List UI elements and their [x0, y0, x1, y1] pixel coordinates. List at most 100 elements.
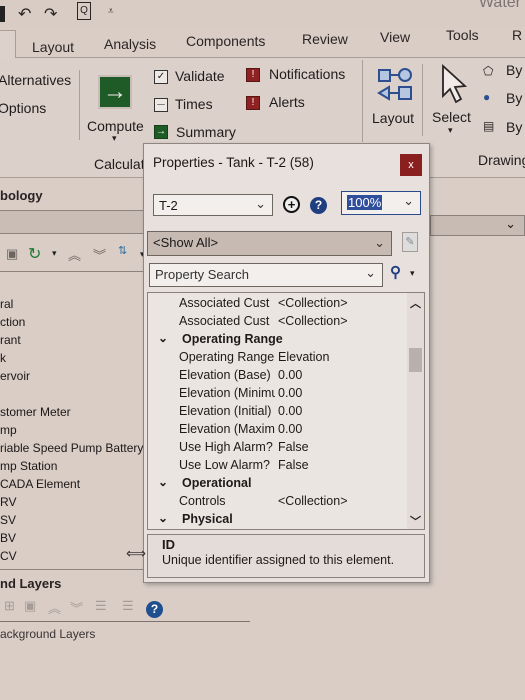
search-options-dropdown-icon[interactable]: ▾	[410, 268, 415, 279]
panel-header-band	[0, 210, 150, 234]
property-row[interactable]: Elevation (Base) 0.00	[148, 367, 408, 385]
element-type-item[interactable]: mp Station	[0, 459, 57, 473]
edit-layer-icon[interactable]: ▣	[24, 598, 36, 614]
property-row[interactable]: Controls <Collection>	[148, 493, 408, 511]
summary-button[interactable]: Summary	[176, 124, 236, 140]
search-icon[interactable]: ⚲	[390, 263, 401, 281]
element-type-item[interactable]: CV	[0, 549, 17, 563]
element-type-item[interactable]: riable Speed Pump Battery	[0, 441, 143, 455]
element-type-item[interactable]: ction	[0, 315, 25, 329]
tab-view[interactable]: View	[380, 29, 410, 45]
scrollbar-thumb[interactable]	[409, 348, 422, 372]
description-title: ID	[162, 537, 175, 552]
background-layers-root[interactable]: ackground Layers	[0, 627, 95, 641]
move-up-icon[interactable]: ︽	[48, 598, 61, 617]
print-preview-icon[interactable]: Q	[77, 2, 91, 20]
element-type-item[interactable]: RV	[0, 495, 16, 509]
property-row[interactable]: Elevation (Initial) 0.00	[148, 403, 408, 421]
undo-icon[interactable]: ↶	[18, 4, 31, 24]
property-row[interactable]: Operating Range Elevation	[148, 349, 408, 367]
reorder-icon[interactable]: ⇅	[118, 244, 127, 257]
group-separator	[422, 64, 423, 136]
add-folder-icon[interactable]: ☰	[95, 598, 107, 614]
compute-arrow-icon[interactable]: →	[98, 75, 132, 109]
tab-analysis[interactable]: Analysis	[104, 36, 156, 52]
app-menu-edge[interactable]	[0, 6, 5, 22]
element-type-item[interactable]: mp	[0, 423, 17, 437]
ribbon-tabs: Layout Analysis Components Review View T…	[0, 27, 525, 60]
property-row[interactable]: Use High Alarm? False	[148, 439, 408, 457]
property-search-input[interactable]: Property Search ⌄	[149, 263, 383, 287]
select-by-attribute-button[interactable]: By	[506, 119, 522, 135]
alternatives-button[interactable]: Alternatives	[0, 72, 71, 88]
scroll-down-icon[interactable]: ﹀	[410, 513, 421, 529]
chevron-down-icon[interactable]: ⌄	[158, 511, 168, 525]
move-down-icon[interactable]: ︾	[70, 598, 83, 617]
right-header-band: ⌄	[430, 215, 525, 236]
chevron-down-icon[interactable]: ⌄	[505, 216, 516, 232]
select-by-element-button[interactable]: By	[506, 90, 522, 106]
tab-review[interactable]: Review	[302, 31, 348, 47]
quick-access-toolbar: ↶ ↷ Q ⩡ Water	[0, 0, 525, 28]
zoom-level-value: 100%	[347, 195, 383, 210]
alerts-button[interactable]: Alerts	[269, 94, 305, 110]
property-row[interactable]: Associated Cust <Collection>	[148, 295, 408, 313]
compute-button[interactable]: Compute	[87, 118, 144, 134]
property-grid-scrollbar[interactable]: ︿ ﹀	[407, 293, 424, 529]
tab-components[interactable]: Components	[186, 33, 265, 49]
element-type-item[interactable]: rant	[0, 333, 21, 347]
property-grid: Associated Cust <Collection> Associated C…	[147, 292, 425, 530]
properties-dialog: Properties - Tank - T-2 (58) x T-2 ⌄ + ?…	[143, 143, 430, 583]
element-select[interactable]: T-2 ⌄	[153, 194, 273, 216]
scroll-up-icon[interactable]: ︿	[410, 295, 421, 311]
layout-icon[interactable]	[376, 66, 414, 104]
select-by-polygon-button[interactable]: By	[506, 62, 522, 78]
expand-all-icon[interactable]: ︾	[93, 245, 106, 264]
property-row[interactable]: Elevation (Maximum)0.00	[148, 421, 408, 439]
validate-button[interactable]: Validate	[175, 68, 225, 84]
zoom-level-select[interactable]: 100% ⌄	[341, 191, 421, 215]
layout-button[interactable]: Layout	[372, 110, 414, 126]
collapse-all-icon[interactable]: ︽	[68, 245, 81, 264]
edit-icon[interactable]: ▣	[6, 246, 18, 262]
property-row[interactable]: Elevation (Minimum)0.00	[148, 385, 408, 403]
element-type-item[interactable]: ervoir	[0, 369, 30, 383]
chevron-down-icon[interactable]: ⌄	[158, 331, 168, 345]
notifications-button[interactable]: Notifications	[269, 66, 345, 82]
element-type-item[interactable]: k	[0, 351, 6, 365]
chevron-down-icon[interactable]: ⌄	[158, 475, 168, 489]
add-layer-icon[interactable]: ⊞	[4, 598, 15, 614]
customize-qat-icon[interactable]: ⩡	[108, 6, 114, 17]
category-row-operational[interactable]: ⌄ Operational	[148, 475, 408, 493]
help-icon[interactable]: ?	[146, 601, 163, 618]
element-type-item[interactable]: ral	[0, 297, 13, 311]
tab-tools[interactable]: Tools	[446, 27, 479, 43]
remove-folder-icon[interactable]: ☰	[122, 598, 134, 614]
redo-icon[interactable]: ↷	[44, 4, 57, 24]
help-icon[interactable]: ?	[310, 197, 327, 214]
edit-filter-icon[interactable]: ✎	[402, 232, 418, 252]
select-dropdown-icon[interactable]: ▾	[448, 125, 453, 136]
property-row[interactable]: Associated Cust <Collection>	[148, 313, 408, 331]
resize-handle-icon[interactable]: ⟺	[126, 545, 146, 562]
tab-home[interactable]	[0, 30, 16, 60]
refresh-dropdown-icon[interactable]: ▾	[52, 248, 57, 259]
element-type-item[interactable]: BV	[0, 531, 16, 545]
options-button[interactable]: Options	[0, 100, 46, 116]
category-row-operating-range[interactable]: ⌄ Operating Range	[148, 331, 408, 349]
tab-more[interactable]: R	[512, 27, 522, 43]
tab-layout[interactable]: Layout	[32, 39, 74, 55]
element-type-item[interactable]: SV	[0, 513, 16, 527]
zoom-to-element-icon[interactable]: +	[283, 196, 300, 213]
property-row[interactable]: Use Low Alarm? False	[148, 457, 408, 475]
element-type-item[interactable]: CADA Element	[0, 477, 80, 491]
close-button[interactable]: x	[400, 154, 422, 176]
select-arrow-icon[interactable]	[440, 64, 470, 106]
select-button[interactable]: Select	[432, 109, 471, 125]
refresh-icon[interactable]: ↻	[28, 244, 41, 264]
element-type-item[interactable]: stomer Meter	[0, 405, 71, 419]
times-button[interactable]: Times	[175, 96, 213, 112]
compute-dropdown-icon[interactable]: ▾	[112, 133, 117, 144]
property-filter-select[interactable]: <Show All> ⌄	[147, 231, 392, 256]
category-row-physical[interactable]: ⌄ Physical	[148, 511, 408, 529]
